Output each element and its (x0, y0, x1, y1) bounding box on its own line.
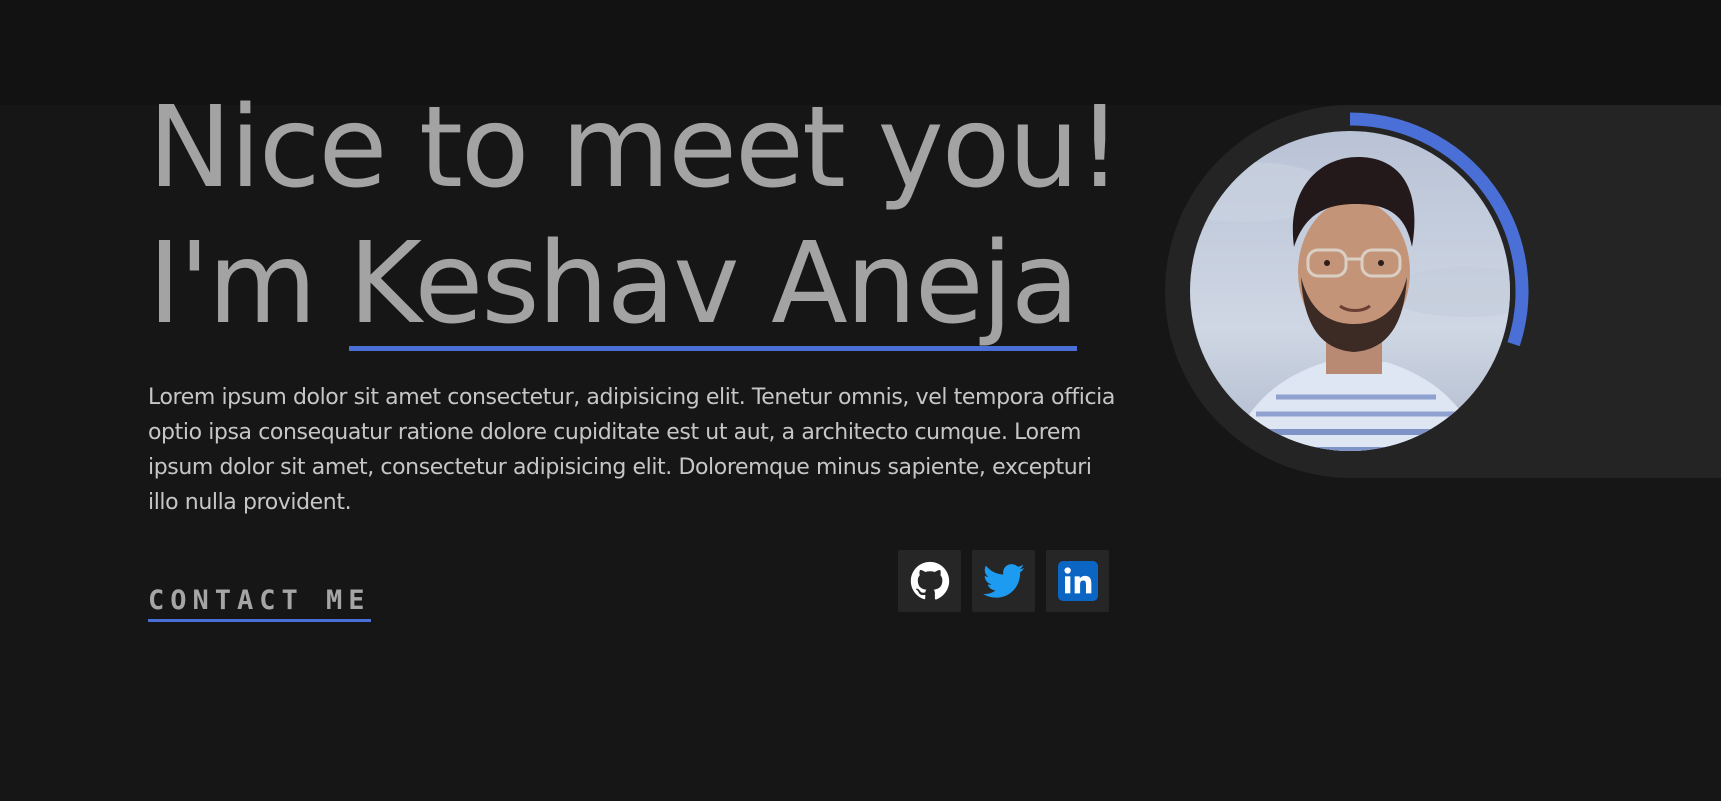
greeting-line: Nice to meet you! (148, 83, 1122, 213)
contact-me-link[interactable]: CONTACT ME (148, 584, 371, 622)
linkedin-link[interactable] (1046, 550, 1109, 612)
hero-page: Nice to meet you! I'm Keshav Aneja Lorem… (0, 0, 1721, 801)
portrait (1186, 112, 1546, 472)
name-highlight: Keshav Aneja (348, 219, 1079, 351)
twitter-icon (982, 564, 1024, 598)
avatar-photo (1190, 131, 1510, 451)
twitter-link[interactable] (972, 550, 1035, 612)
page-title: Nice to meet you! I'm Keshav Aneja (148, 80, 1122, 352)
github-link[interactable] (898, 550, 961, 612)
bio-paragraph: Lorem ipsum dolor sit amet consectetur, … (148, 385, 1115, 515)
linkedin-icon (1057, 561, 1098, 601)
hero-heading: Nice to meet you! I'm Keshav Aneja (148, 80, 1122, 352)
intro-prefix: I'm (148, 219, 349, 349)
github-icon (910, 561, 949, 600)
portrait-graphic (1190, 112, 1529, 451)
social-links (898, 550, 1109, 612)
